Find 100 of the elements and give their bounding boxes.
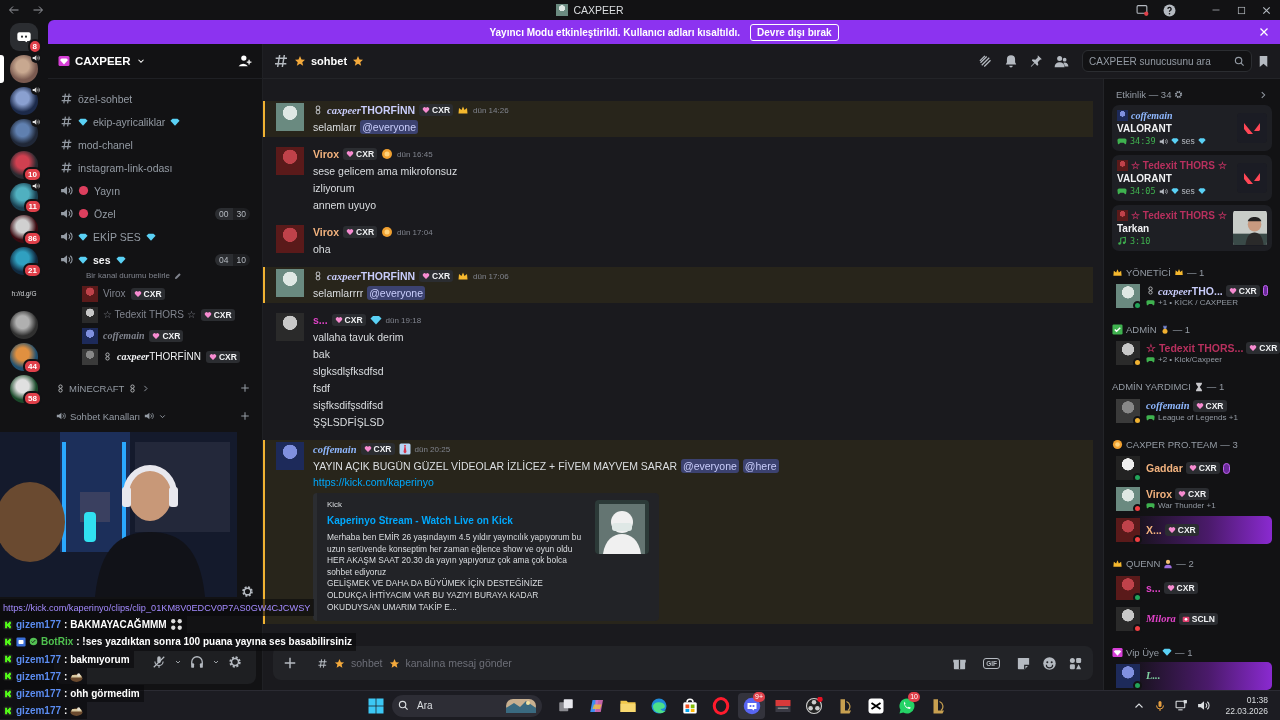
member-name[interactable]: L... — [1146, 670, 1161, 682]
author-name[interactable]: Virox — [313, 148, 340, 160]
help-icon[interactable] — [1163, 3, 1176, 17]
channel-name: Yayın — [94, 184, 121, 197]
heart-icon — [208, 352, 217, 361]
heart-icon — [1166, 583, 1175, 592]
channel-item[interactable]: ekip-ayricaliklar — [56, 110, 254, 133]
member-name[interactable]: Virox — [1146, 488, 1173, 501]
message-link[interactable]: https://kick.com/kaperinyo — [313, 476, 779, 488]
category-name[interactable]: MİNECRAFT — [69, 382, 125, 394]
plus-icon[interactable] — [283, 656, 297, 670]
placeholder-text: CAXPEER sunucusunu ara — [1089, 55, 1211, 67]
forward-arrow-icon[interactable] — [32, 4, 44, 16]
bell-icon[interactable] — [1004, 54, 1018, 68]
emoji-icon[interactable] — [1042, 655, 1057, 671]
author-name[interactable]: s... — [313, 314, 328, 326]
kick-logo-icon — [3, 705, 13, 716]
avatar — [276, 442, 304, 470]
mention-link[interactable]: @everyone — [367, 286, 426, 300]
author-name[interactable]: Virox — [313, 226, 340, 238]
channel-item[interactable]: mod-chanel — [56, 133, 254, 156]
heart-icon — [133, 289, 142, 298]
channel-item[interactable]: Yayın — [56, 179, 254, 202]
volume-icon[interactable] — [1197, 699, 1211, 712]
gamepad-icon — [1146, 412, 1155, 422]
member-name[interactable]: caxpeerTHO... — [1158, 284, 1223, 297]
message-text: selamlarrrr — [313, 286, 364, 300]
chat-username[interactable]: BotRix — [41, 636, 74, 648]
activity-card[interactable]: coffemain VALORANT 34:39 ses — [1112, 105, 1272, 152]
mention-link[interactable]: @everyone — [360, 120, 419, 134]
activity-title: VALORANT — [1117, 123, 1173, 135]
avatar — [276, 269, 304, 297]
channel-item[interactable]: instagram-link-odası — [56, 156, 254, 179]
disable-button[interactable]: Devre dışı bırak — [750, 23, 839, 41]
pin-icon[interactable] — [1029, 54, 1043, 68]
apps-icon[interactable] — [1068, 655, 1083, 671]
voice-user-name[interactable]: ☆ Tedexit THORS ☆ — [103, 309, 196, 320]
author-name[interactable]: caxpeerTHORFİNN — [327, 270, 416, 282]
gem-icon — [1112, 646, 1123, 658]
member-avatar — [1116, 487, 1140, 512]
add-user-icon[interactable] — [238, 54, 252, 68]
member-name[interactable]: X... — [1146, 524, 1162, 537]
server-name[interactable]: CAXPEER — [75, 55, 131, 67]
member-count: — 1 — [1186, 266, 1205, 278]
members-icon[interactable] — [1054, 53, 1069, 69]
member-name[interactable]: Gaddar — [1146, 462, 1183, 475]
monitor-icon[interactable] — [1175, 699, 1189, 712]
activity-card[interactable]: ☆ Tedexit THORS ☆ Tarkan 3:10 — [1112, 205, 1272, 252]
muted-mic-icon[interactable] — [152, 654, 166, 669]
chevron-icon[interactable] — [1258, 89, 1268, 100]
settings-icon[interactable] — [228, 654, 242, 669]
member-name[interactable]: coffemain — [1146, 400, 1190, 412]
clock-date: 22.03.2026 — [1225, 705, 1268, 717]
server-icon[interactable] — [10, 311, 38, 339]
voice-user-name[interactable]: coffemain — [103, 330, 145, 341]
chat-username[interactable]: gizem177 — [16, 705, 62, 717]
embed-title-link[interactable]: Kaperinyo Stream - Watch Live on Kick — [327, 515, 585, 526]
headphones-icon[interactable] — [190, 654, 204, 669]
plus-icon[interactable] — [240, 383, 250, 393]
threads-icon[interactable] — [978, 53, 993, 69]
author-name[interactable]: caxpeerTHORFİNN — [327, 104, 416, 116]
server-icon[interactable] — [10, 55, 38, 83]
bookmark-icon[interactable] — [1257, 54, 1270, 68]
voice-user-name[interactable]: caxpeerTHORFİNN — [117, 351, 201, 362]
maximize-icon[interactable] — [1236, 4, 1247, 16]
member-name[interactable]: s... — [1146, 581, 1161, 594]
member-name[interactable]: Milora — [1146, 613, 1176, 625]
mention-link[interactable]: @here — [742, 459, 779, 473]
chat-username[interactable]: gizem177 — [16, 653, 62, 665]
server-avatar — [556, 4, 569, 16]
message-text: YAYIN AÇIK BUGÜN GÜZEL VİDEOLAR İZLİCEZ + FİVEM MAYVEM SARAR — [313, 459, 677, 473]
channel-item[interactable]: ses 04 10 — [56, 248, 254, 271]
author-name[interactable]: coffemain — [313, 443, 357, 455]
screen-share-icon[interactable] — [1136, 3, 1149, 17]
close-icon[interactable] — [1261, 4, 1272, 16]
channel-item[interactable]: Özel 00 30 — [56, 202, 254, 225]
user-avatar — [82, 306, 98, 323]
channel-item[interactable]: EKİP SES — [56, 225, 254, 248]
channel-item[interactable]: özel-sohbet — [56, 87, 254, 110]
back-arrow-icon[interactable] — [8, 4, 20, 16]
voice-user-name[interactable]: Virox — [103, 288, 126, 299]
kick-logo-icon — [3, 619, 13, 630]
taskbar-search[interactable]: Ara — [392, 694, 542, 717]
server-icon[interactable] — [10, 87, 38, 115]
activity-card[interactable]: ☆ Tedexit THORS ☆ VALORANT 34:05 ses — [1112, 155, 1272, 202]
category-name[interactable]: Sohbet Kanalları — [70, 410, 141, 422]
camera-lens-icon — [804, 696, 823, 715]
mention-link[interactable]: @everyone — [681, 459, 739, 473]
settings-icon[interactable] — [241, 585, 254, 598]
sticker-icon[interactable] — [1016, 655, 1031, 671]
chat-username[interactable]: gizem177 — [16, 619, 62, 631]
plus-icon[interactable] — [240, 411, 250, 421]
user-avatar — [1117, 160, 1128, 172]
chat-username[interactable]: gizem177 — [16, 688, 62, 700]
search-field[interactable]: CAXPEER sunucusunu ara — [1082, 50, 1252, 72]
timestamp: dün 17:04 — [397, 227, 433, 237]
close-icon[interactable] — [1258, 26, 1270, 38]
user-avatar — [82, 348, 98, 365]
home-button[interactable] — [10, 23, 38, 51]
chat-username[interactable]: gizem177 — [16, 670, 62, 682]
